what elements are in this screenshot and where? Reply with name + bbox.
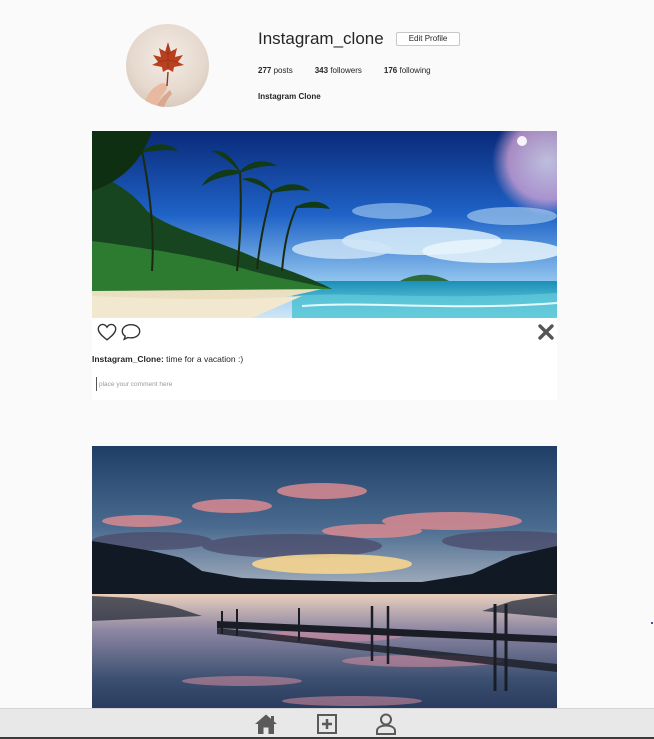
heart-icon[interactable] [96,321,118,343]
caption-username[interactable]: Instagram_Clone: [92,354,164,364]
stray-mark [651,622,653,624]
posts-label: posts [273,66,293,75]
comment-icon[interactable] [120,321,142,343]
post-actions [92,321,557,343]
avatar[interactable] [126,24,209,107]
following-count: 176 [383,66,398,75]
full-name: Instagram Clone [258,92,321,101]
comment-input[interactable] [96,377,536,391]
followers-label: followers [330,66,362,75]
profile-page: Instagram_clone Edit Profile 277 posts 3… [0,0,654,739]
plus-square-icon[interactable] [315,713,339,735]
maple-leaf-icon [144,42,184,107]
beach-photo [92,131,557,318]
caption-text: time for a vacation :) [163,354,244,364]
posts-count: 277 [258,66,272,75]
post-card [92,446,557,716]
username: Instagram_clone [258,29,384,48]
post-image-lake[interactable] [92,446,557,716]
followers-stat[interactable]: 343 followers [315,66,362,75]
lake-sunset-photo [92,446,557,716]
bottom-nav [0,708,654,739]
profile-stats: 277 posts 343 followers 176 following [258,66,578,75]
username-row: Instagram_clone Edit Profile [258,28,578,50]
edit-profile-button[interactable]: Edit Profile [395,32,461,46]
post-image-beach[interactable] [92,131,557,318]
home-icon[interactable] [254,713,278,735]
profile-info: Instagram_clone Edit Profile 277 posts 3… [258,28,578,101]
following-label: following [399,66,431,75]
close-icon[interactable] [537,323,555,341]
post-card: Instagram_Clone: time for a vacation :) [92,131,557,400]
post-caption: Instagram_Clone: time for a vacation :) [92,354,243,364]
following-stat[interactable]: 176 following [384,66,431,75]
profile-header: Instagram_clone Edit Profile 277 posts 3… [126,24,566,114]
posts-stat: 277 posts [258,66,293,75]
user-icon[interactable] [374,713,398,735]
followers-count: 343 [314,66,329,75]
